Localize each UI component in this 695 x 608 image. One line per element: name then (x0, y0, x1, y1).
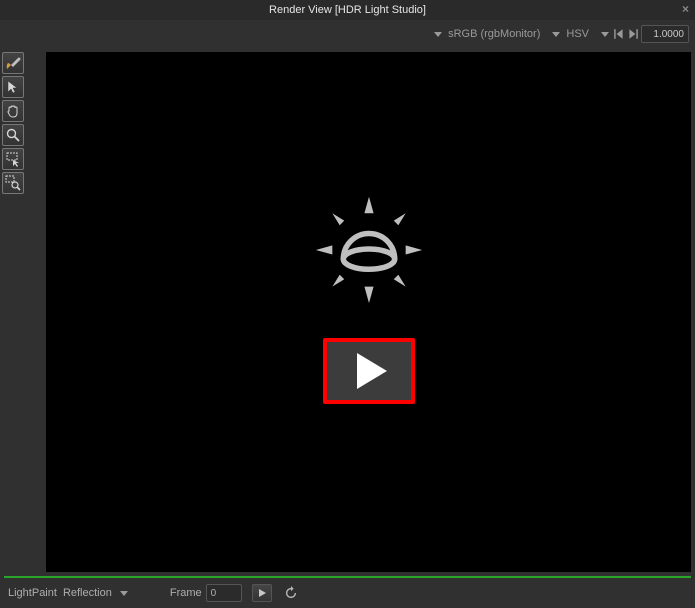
render-viewport[interactable] (46, 52, 691, 572)
viewport-center-stack (314, 195, 424, 404)
sun-dome-icon (314, 195, 424, 308)
chevron-down-icon (120, 591, 128, 596)
lightpaint-mode-value: Reflection (63, 587, 112, 599)
region-zoom-tool[interactable] (2, 172, 24, 194)
chevron-down-icon (434, 32, 442, 37)
chevron-down-icon (552, 32, 560, 37)
play-video-button[interactable] (323, 338, 415, 404)
colorspace-label: sRGB (rgbMonitor) (448, 28, 540, 40)
exposure-field[interactable]: 1.0000 (641, 25, 689, 43)
window-title: Render View [HDR Light Studio] (269, 4, 426, 16)
colorspace-dropdown[interactable]: sRGB (rgbMonitor) (432, 28, 544, 40)
play-icon (357, 353, 387, 389)
chevron-down-icon[interactable] (601, 32, 609, 37)
viewport-wrap (26, 48, 695, 576)
display-label: HSV (566, 28, 589, 40)
body (0, 48, 695, 576)
side-toolbar (0, 48, 26, 576)
render-view-window: Render View [HDR Light Studio] × sRGB (r… (0, 0, 695, 608)
paint-brush-tool[interactable] (2, 52, 24, 74)
frame-field[interactable]: 0 (206, 584, 242, 602)
lightpaint-label: LightPaint (8, 587, 57, 599)
step-prev-icon[interactable] (613, 27, 625, 41)
pointer-tool[interactable] (2, 76, 24, 98)
titlebar: Render View [HDR Light Studio] × (0, 0, 695, 20)
close-icon[interactable]: × (682, 2, 689, 16)
region-select-tool[interactable] (2, 148, 24, 170)
refresh-button[interactable] (282, 584, 300, 602)
step-next-icon[interactable] (627, 27, 639, 41)
display-dropdown[interactable]: HSV (550, 28, 593, 40)
statusbar: LightPaint Reflection Frame 0 (0, 578, 695, 608)
magnify-tool[interactable] (2, 124, 24, 146)
lightpaint-mode[interactable]: LightPaint Reflection (8, 587, 130, 599)
frame-label: Frame (170, 587, 202, 599)
play-button[interactable] (252, 584, 272, 602)
hand-pan-tool[interactable] (2, 100, 24, 122)
top-toolbar: sRGB (rgbMonitor) HSV 1.0000 (0, 20, 695, 48)
frame-group: Frame 0 (170, 584, 242, 602)
